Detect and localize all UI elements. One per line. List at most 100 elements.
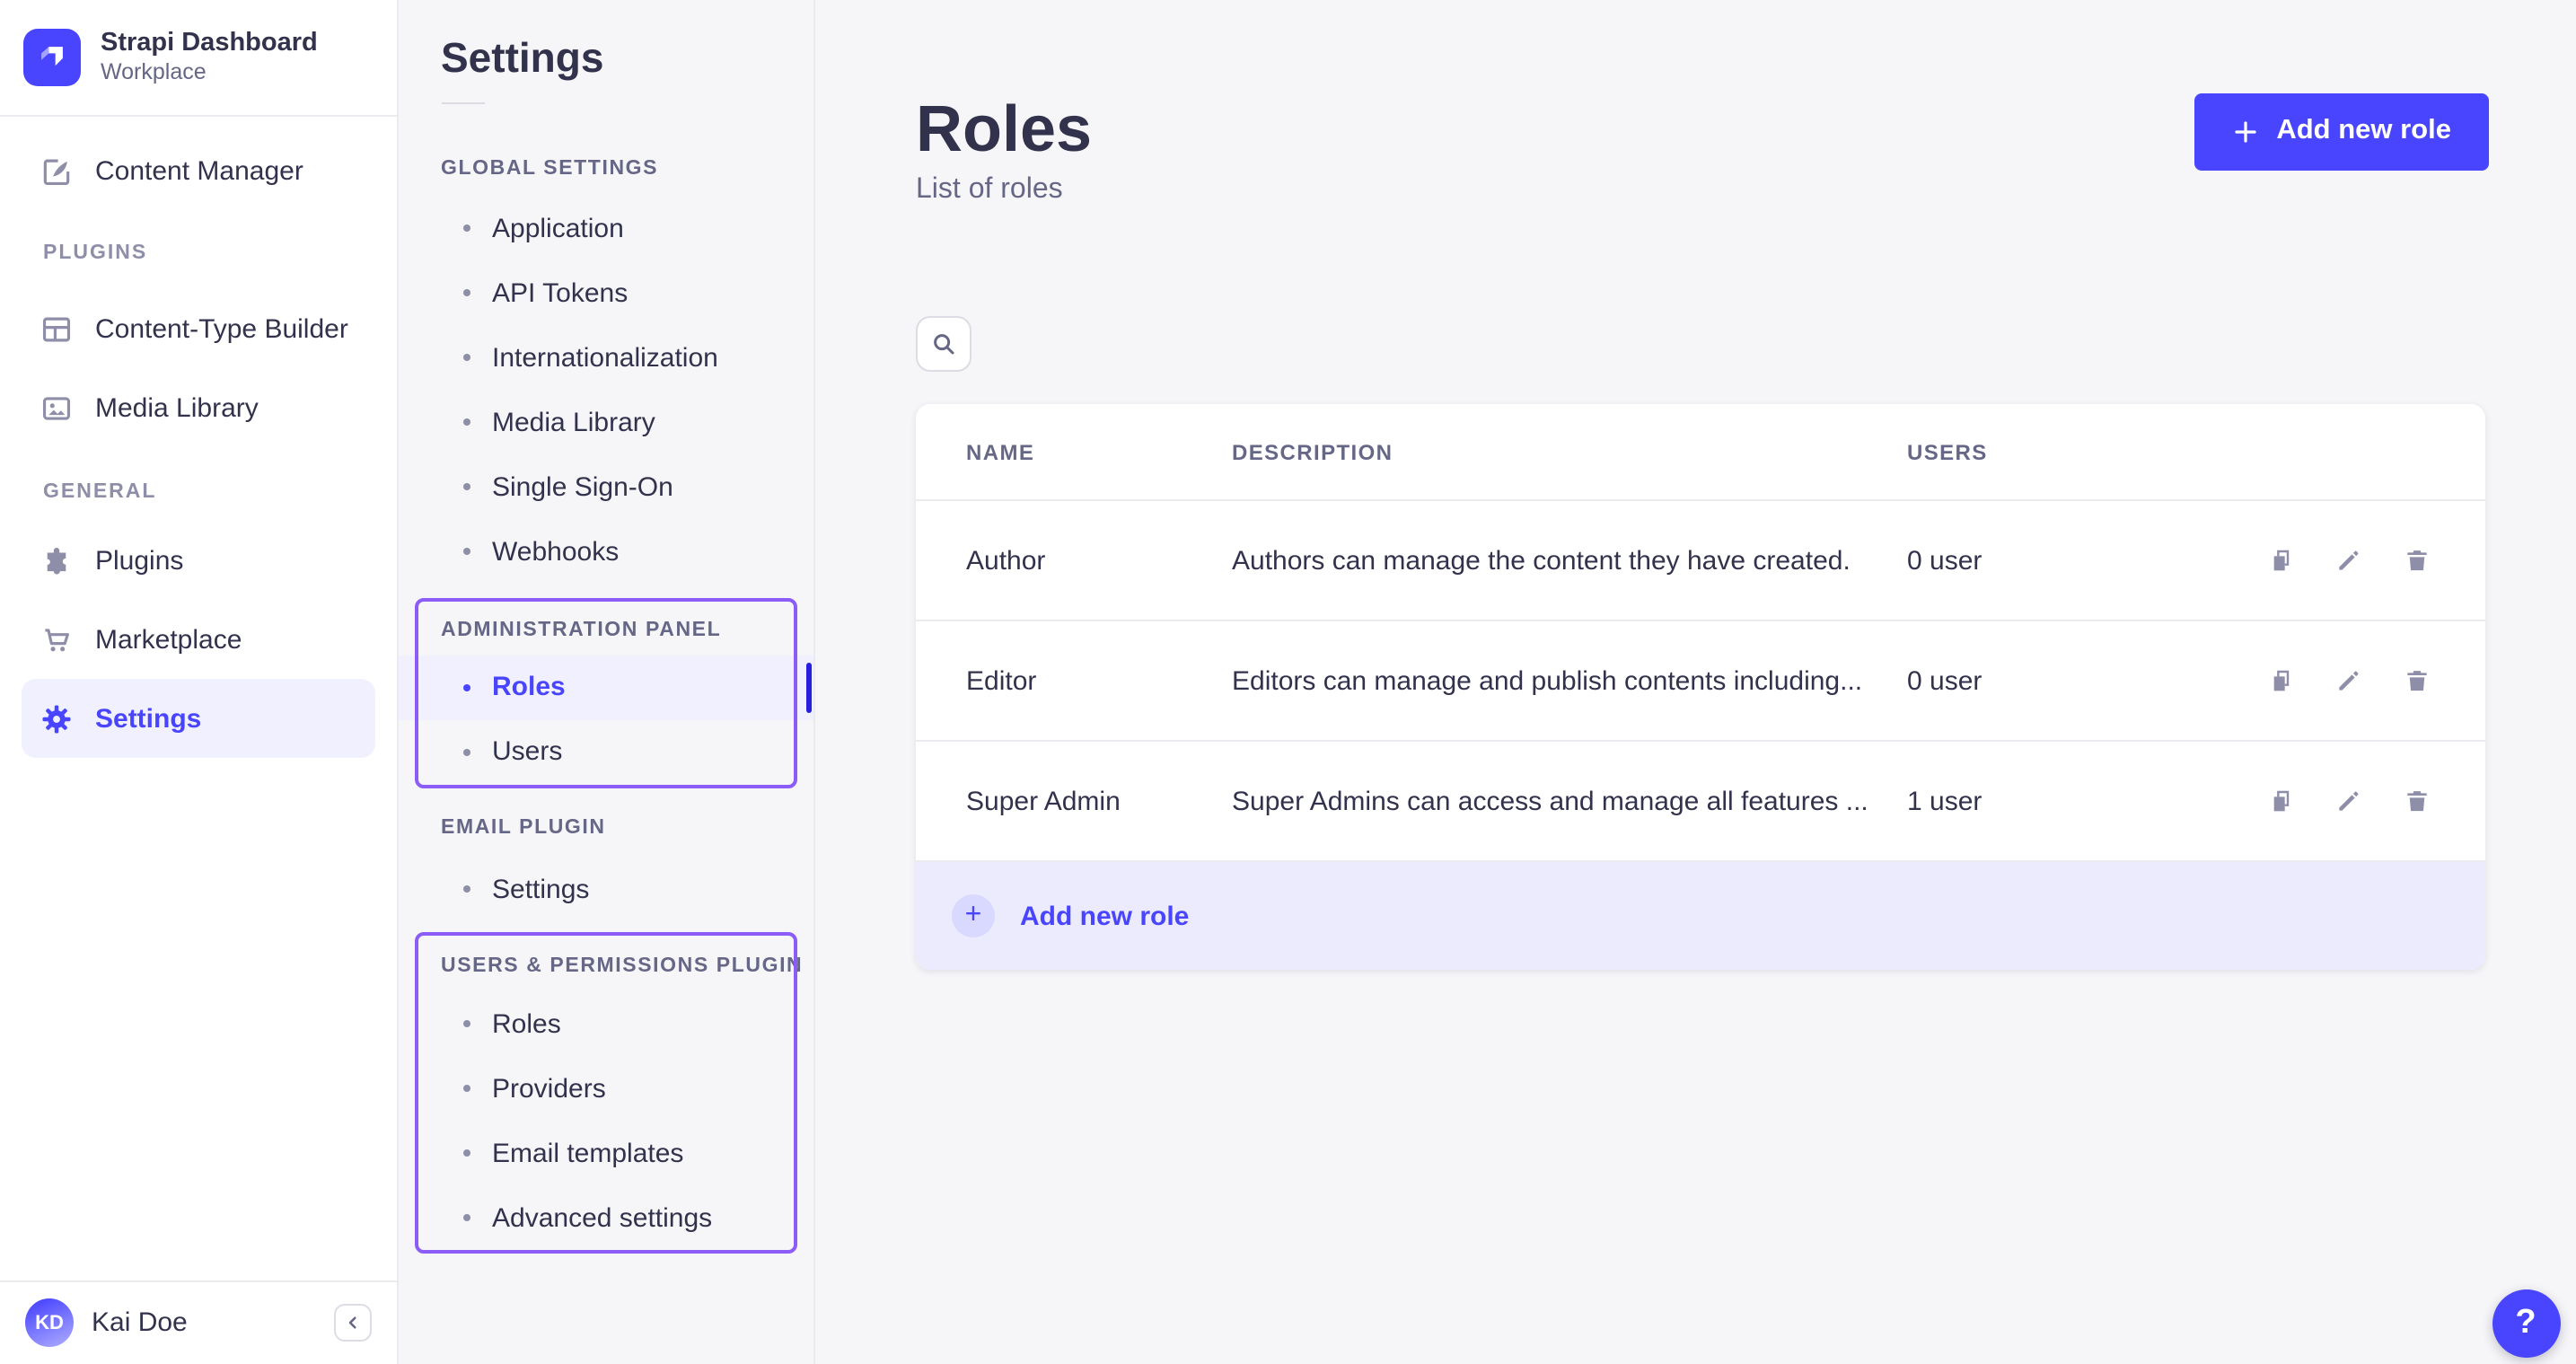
bullet-icon xyxy=(463,483,470,490)
row-actions xyxy=(2241,666,2435,695)
media-library-icon xyxy=(40,392,74,426)
bullet-icon xyxy=(463,1214,470,1221)
content-type-builder-icon xyxy=(40,312,74,347)
column-header-users: USERS xyxy=(1907,439,2241,464)
user-menu[interactable]: KD Kai Doe xyxy=(0,1280,396,1364)
column-header-name: NAME xyxy=(966,439,1232,464)
sidebar-item-media-library[interactable]: Media Library xyxy=(22,369,375,448)
subnav-item-admin-roles[interactable]: Roles xyxy=(398,655,813,719)
edit-icon[interactable] xyxy=(2334,666,2363,695)
help-button[interactable]: ? xyxy=(2492,1289,2560,1357)
edit-icon[interactable] xyxy=(2334,546,2363,575)
collapse-sidebar-button[interactable] xyxy=(333,1304,371,1342)
delete-icon[interactable] xyxy=(2403,546,2431,575)
subnav-item-api-tokens[interactable]: API Tokens xyxy=(398,260,813,325)
role-name: Editor xyxy=(966,665,1232,696)
subnav-item-up-email-templates[interactable]: Email templates xyxy=(398,1121,813,1185)
sidebar-item-label: Settings xyxy=(95,703,201,734)
page-subtitle: List of roles xyxy=(916,174,1063,207)
main-content: Roles List of roles Add new role NAME DE… xyxy=(815,0,2576,1364)
table-header-row: NAME DESCRIPTION USERS xyxy=(916,404,2485,501)
sidebar-item-label: Content-Type Builder xyxy=(95,314,348,345)
content-manager-icon xyxy=(40,154,74,188)
sidebar-item-plugins[interactable]: Plugins xyxy=(22,521,375,600)
column-header-description: DESCRIPTION xyxy=(1232,439,1907,464)
sidebar-section-plugins: PLUGINS xyxy=(43,242,147,264)
sidebar-item-content-manager[interactable]: Content Manager xyxy=(22,131,375,210)
page-title: Roles xyxy=(916,92,1092,167)
duplicate-icon[interactable] xyxy=(2266,546,2295,575)
strapi-logo-icon xyxy=(23,29,81,86)
subnav-title: Settings xyxy=(441,34,603,83)
workspace-name: Workplace xyxy=(101,60,318,88)
table-row-editor[interactable]: Editor Editors can manage and publish co… xyxy=(916,621,2485,742)
row-actions xyxy=(2241,787,2435,815)
sidebar-item-label: Content Manager xyxy=(95,155,303,186)
subnav-item-up-roles[interactable]: Roles xyxy=(398,991,813,1056)
table-row-super-admin[interactable]: Super Admin Super Admins can access and … xyxy=(916,742,2485,862)
marketplace-icon xyxy=(40,622,74,656)
subnav-item-up-providers[interactable]: Providers xyxy=(398,1056,813,1121)
bullet-icon xyxy=(463,289,470,296)
plus-circle-icon: + xyxy=(952,894,995,937)
subnav-item-up-advanced-settings[interactable]: Advanced settings xyxy=(398,1185,813,1250)
bullet-icon xyxy=(463,224,470,232)
duplicate-icon[interactable] xyxy=(2266,666,2295,695)
delete-icon[interactable] xyxy=(2403,787,2431,815)
subnav-item-admin-users[interactable]: Users xyxy=(398,719,813,784)
role-users-count: 0 user xyxy=(1907,665,2241,696)
subnav-divider xyxy=(441,102,484,104)
table-row-author[interactable]: Author Authors can manage the content th… xyxy=(916,501,2485,621)
role-name: Super Admin xyxy=(966,786,1232,816)
role-users-count: 1 user xyxy=(1907,786,2241,816)
workspace-switcher[interactable]: Strapi Dashboard Workplace xyxy=(0,0,396,117)
sidebar-item-settings[interactable]: Settings xyxy=(22,679,375,758)
role-users-count: 0 user xyxy=(1907,545,2241,576)
subnav-section-email-plugin: EMAIL PLUGIN xyxy=(441,817,606,839)
edit-icon[interactable] xyxy=(2334,787,2363,815)
strapi-dashboard: Strapi Dashboard Workplace Content Manag… xyxy=(0,0,2576,1364)
subnav-item-application[interactable]: Application xyxy=(398,196,813,260)
sidebar-item-content-type-builder[interactable]: Content-Type Builder xyxy=(22,290,375,369)
plus-icon xyxy=(2231,118,2258,145)
role-description: Super Admins can access and manage all f… xyxy=(1232,786,1907,816)
app-title: Strapi Dashboard xyxy=(101,27,318,59)
sidebar-section-general: GENERAL xyxy=(43,480,156,502)
row-actions xyxy=(2241,546,2435,575)
workspace-info: Strapi Dashboard Workplace xyxy=(101,27,318,88)
bullet-icon xyxy=(463,885,470,893)
plugins-icon xyxy=(40,543,74,577)
role-description: Authors can manage the content they have… xyxy=(1232,545,1907,576)
subnav-section-administration-panel: ADMINISTRATION PANEL xyxy=(441,619,721,640)
bullet-icon xyxy=(463,354,470,361)
roles-table: NAME DESCRIPTION USERS Author Authors ca… xyxy=(916,404,2485,970)
bullet-icon xyxy=(463,418,470,426)
subnav-section-global-settings: GLOBAL SETTINGS xyxy=(441,158,658,180)
add-new-role-footer-button[interactable]: + Add new role xyxy=(916,862,2485,970)
add-new-role-button[interactable]: Add new role xyxy=(2194,92,2489,170)
role-description: Editors can manage and publish contents … xyxy=(1232,665,1907,696)
bullet-icon xyxy=(463,548,470,555)
subnav-item-media-library[interactable]: Media Library xyxy=(398,390,813,454)
settings-subnav: Settings GLOBAL SETTINGS Application API… xyxy=(398,0,815,1364)
bullet-icon xyxy=(463,1085,470,1092)
bullet-icon xyxy=(463,1149,470,1157)
main-sidebar: Strapi Dashboard Workplace Content Manag… xyxy=(0,0,398,1364)
bullet-icon xyxy=(463,1020,470,1027)
sidebar-item-marketplace[interactable]: Marketplace xyxy=(22,600,375,679)
subnav-item-internationalization[interactable]: Internationalization xyxy=(398,325,813,390)
duplicate-icon[interactable] xyxy=(2266,787,2295,815)
search-button[interactable] xyxy=(916,316,971,372)
sidebar-item-label: Marketplace xyxy=(95,624,242,655)
subnav-item-email-settings[interactable]: Settings xyxy=(398,857,813,921)
subnav-section-users-permissions-plugin: USERS & PERMISSIONS PLUGIN xyxy=(441,955,803,976)
settings-gear-icon xyxy=(40,701,74,735)
user-name: Kai Doe xyxy=(92,1307,188,1338)
search-icon xyxy=(930,330,957,357)
subnav-item-webhooks[interactable]: Webhooks xyxy=(398,519,813,584)
bullet-icon xyxy=(463,748,470,755)
avatar: KD xyxy=(25,1298,74,1347)
delete-icon[interactable] xyxy=(2403,666,2431,695)
sidebar-item-label: Plugins xyxy=(95,545,183,576)
subnav-item-single-sign-on[interactable]: Single Sign-On xyxy=(398,454,813,519)
